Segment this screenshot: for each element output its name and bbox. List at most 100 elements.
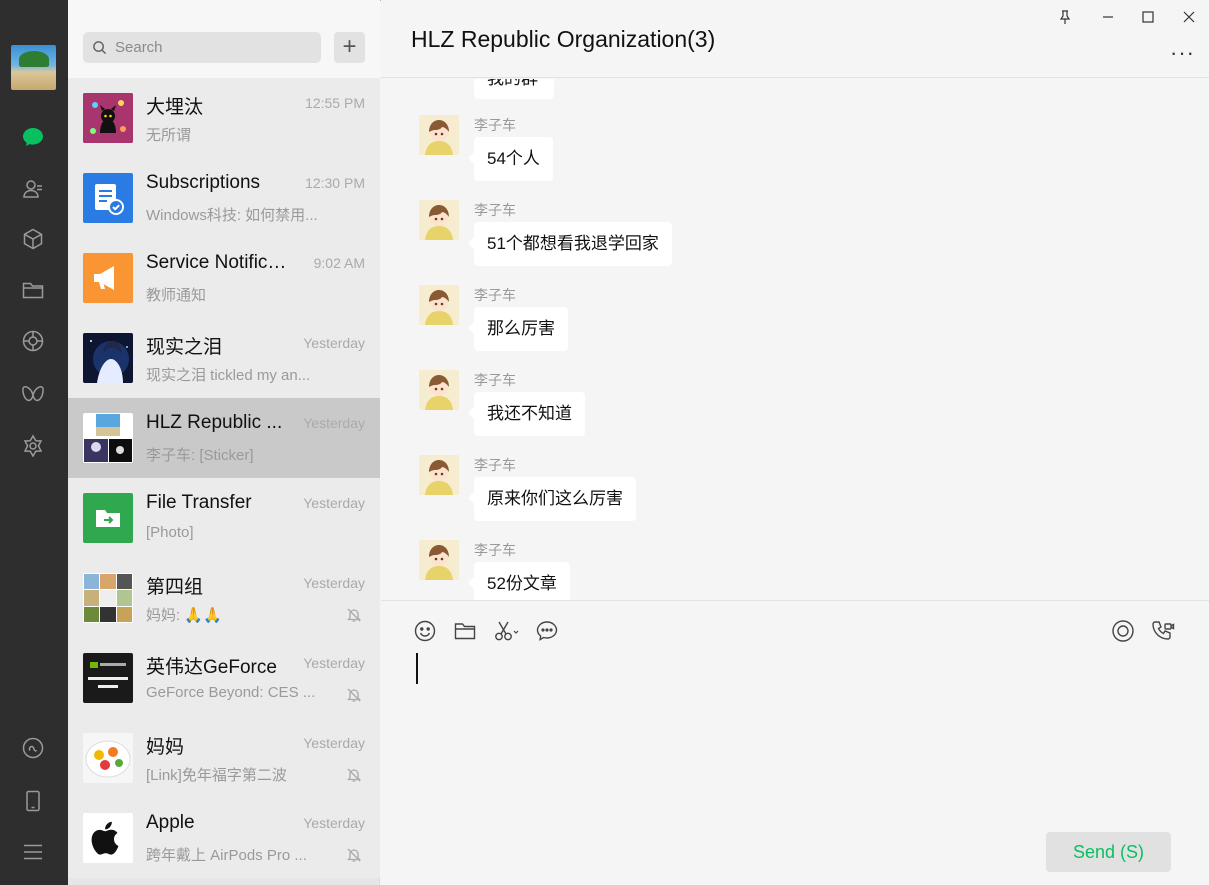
close-icon[interactable] xyxy=(1178,6,1200,28)
chat-preview: 现实之泪 tickled my an... xyxy=(146,367,311,384)
chat-time: Yesterday xyxy=(303,735,365,751)
chat-header: HLZ Republic Organization(3) ··· xyxy=(381,0,1209,78)
more-options-button[interactable]: ··· xyxy=(1170,40,1195,66)
chat-name: 第四组 xyxy=(146,577,204,598)
chat-name: File Transfer xyxy=(146,492,252,513)
send-button[interactable]: Send (S) xyxy=(1046,832,1171,872)
chat-item[interactable]: Apple Yesterday 跨年戴上 AirPods Pro ... xyxy=(68,798,380,878)
sender-name: 李子车 xyxy=(474,117,516,133)
sender-avatar[interactable] xyxy=(419,370,459,410)
chat-time: 12:30 PM xyxy=(305,175,365,191)
phone-icon[interactable] xyxy=(18,786,48,816)
live-stream-icon[interactable] xyxy=(1110,618,1136,644)
chat-time: 12:55 PM xyxy=(305,95,365,111)
chat-item[interactable]: 现实之泪 Yesterday 现实之泪 tickled my an... xyxy=(68,318,380,398)
maximize-icon[interactable] xyxy=(1137,6,1159,28)
sender-avatar[interactable] xyxy=(419,455,459,495)
message-list[interactable]: 我的群 李子车 54个人 李子车 51个都想看我退学回家 李子车 那么厉害 xyxy=(381,79,1209,600)
sender-avatar[interactable] xyxy=(419,540,459,580)
message-row: 李子车 原来你们这么厉害 xyxy=(419,455,1119,540)
my-avatar[interactable] xyxy=(11,45,56,90)
screenshot-icon[interactable] xyxy=(494,618,520,644)
chat-avatar xyxy=(83,333,133,383)
subscriptions-avatar xyxy=(83,173,133,223)
chat-name: Service Notificat... xyxy=(146,252,296,273)
chat-preview: Windows科技: 如何禁用... xyxy=(146,207,318,224)
chat-time: Yesterday xyxy=(303,335,365,351)
chat-name: Apple xyxy=(146,812,195,833)
chat-item[interactable]: Subscriptions 12:30 PM Windows科技: 如何禁用..… xyxy=(68,158,380,238)
chat-time: Yesterday xyxy=(303,575,365,591)
channels-icon[interactable] xyxy=(18,380,48,410)
chat-list-panel: Search + 大埋汰 12:55 PM 无所谓 Subscriptions … xyxy=(68,0,380,885)
chat-item[interactable]: 妈妈 Yesterday [Link]免年福字第二波 xyxy=(68,718,380,798)
chat-item[interactable]: 英伟达GeForce Yesterday GeForce Beyond: CES… xyxy=(68,638,380,718)
chat-name: 英伟达GeForce xyxy=(146,657,277,678)
chat-item[interactable]: File Transfer Yesterday [Photo] xyxy=(68,478,380,558)
chat-preview: [Photo] xyxy=(146,524,194,541)
message-bubble[interactable]: 原来你们这么厉害 xyxy=(468,477,636,521)
sender-avatar[interactable] xyxy=(419,200,459,240)
search-icon xyxy=(93,41,107,55)
chat-time: Yesterday xyxy=(303,415,365,431)
chat-item[interactable]: 大埋汰 12:55 PM 无所谓 xyxy=(68,78,380,158)
message-bubble[interactable]: 那么厉害 xyxy=(468,307,568,351)
group-avatar xyxy=(83,413,133,463)
chat-name: 妈妈 xyxy=(146,737,185,758)
chat-title: HLZ Republic Organization(3) xyxy=(411,26,716,52)
chat-time: Yesterday xyxy=(303,495,365,511)
add-chat-button[interactable]: + xyxy=(334,32,365,63)
message-bubble[interactable]: 52份文章 xyxy=(468,562,570,600)
chat-name: 现实之泪 xyxy=(146,337,223,358)
contacts-icon[interactable] xyxy=(18,174,48,204)
chat-name: 大埋汰 xyxy=(146,97,204,118)
chat-item[interactable]: 第四组 Yesterday 妈妈: 🙏🙏 xyxy=(68,558,380,638)
chat-preview: [Link]免年福字第二波 xyxy=(146,767,287,784)
chat-item-active[interactable]: HLZ Republic ... Yesterday 李子车: [Sticker… xyxy=(68,398,380,478)
emoji-icon[interactable] xyxy=(412,618,438,644)
search-input[interactable]: Search xyxy=(83,32,321,63)
sender-name: 李子车 xyxy=(474,202,516,218)
message-bubble[interactable]: 51个都想看我退学回家 xyxy=(468,222,672,266)
sender-avatar[interactable] xyxy=(419,115,459,155)
chat-time: Yesterday xyxy=(303,655,365,671)
chat-name: Subscriptions xyxy=(146,172,261,193)
message-bubble[interactable]: 54个人 xyxy=(468,137,553,181)
text-input-caret[interactable] xyxy=(416,653,418,684)
voice-video-call-icon[interactable] xyxy=(1150,618,1176,644)
files-icon[interactable] xyxy=(18,275,48,305)
message-row: 李子车 54个人 xyxy=(419,115,1119,200)
file-transfer-avatar xyxy=(83,493,133,543)
moments-icon[interactable] xyxy=(18,326,48,356)
chat-preview: 李子车: [Sticker] xyxy=(146,447,254,464)
mute-icon xyxy=(346,688,362,702)
mute-icon xyxy=(346,848,362,862)
pin-icon[interactable] xyxy=(1054,6,1076,28)
apple-avatar xyxy=(83,813,133,863)
chat-name: HLZ Republic ... xyxy=(146,412,283,433)
message-row: 李子车 我还不知道 xyxy=(419,370,1119,455)
mute-icon xyxy=(346,768,362,782)
mini-programs-icon[interactable] xyxy=(18,431,48,461)
chat-item[interactable]: Service Notificat... 9:02 AM 教师通知 xyxy=(68,238,380,318)
favorites-icon[interactable] xyxy=(18,224,48,254)
sender-name: 李子车 xyxy=(474,542,516,558)
folder-icon[interactable] xyxy=(452,618,478,644)
search-placeholder: Search xyxy=(115,39,163,56)
mini-program-link-icon[interactable] xyxy=(18,733,48,763)
message-bubble: 我的群 xyxy=(474,79,554,99)
chat-preview: 教师通知 xyxy=(146,287,207,304)
chat-avatar xyxy=(83,733,133,783)
minimize-icon[interactable] xyxy=(1097,6,1119,28)
chat-icon[interactable] xyxy=(18,122,48,152)
chat-window: HLZ Republic Organization(3) ··· 我的群 李子车… xyxy=(381,0,1209,885)
chat-history-icon[interactable] xyxy=(534,618,560,644)
chat-avatar xyxy=(83,93,133,143)
message-bubble[interactable]: 我还不知道 xyxy=(468,392,585,436)
service-notification-avatar xyxy=(83,253,133,303)
sender-avatar[interactable] xyxy=(419,285,459,325)
nav-rail xyxy=(0,0,68,885)
message-row: 李子车 51个都想看我退学回家 xyxy=(419,200,1119,285)
chat-preview: 无所谓 xyxy=(146,127,192,144)
menu-icon[interactable] xyxy=(18,837,48,867)
